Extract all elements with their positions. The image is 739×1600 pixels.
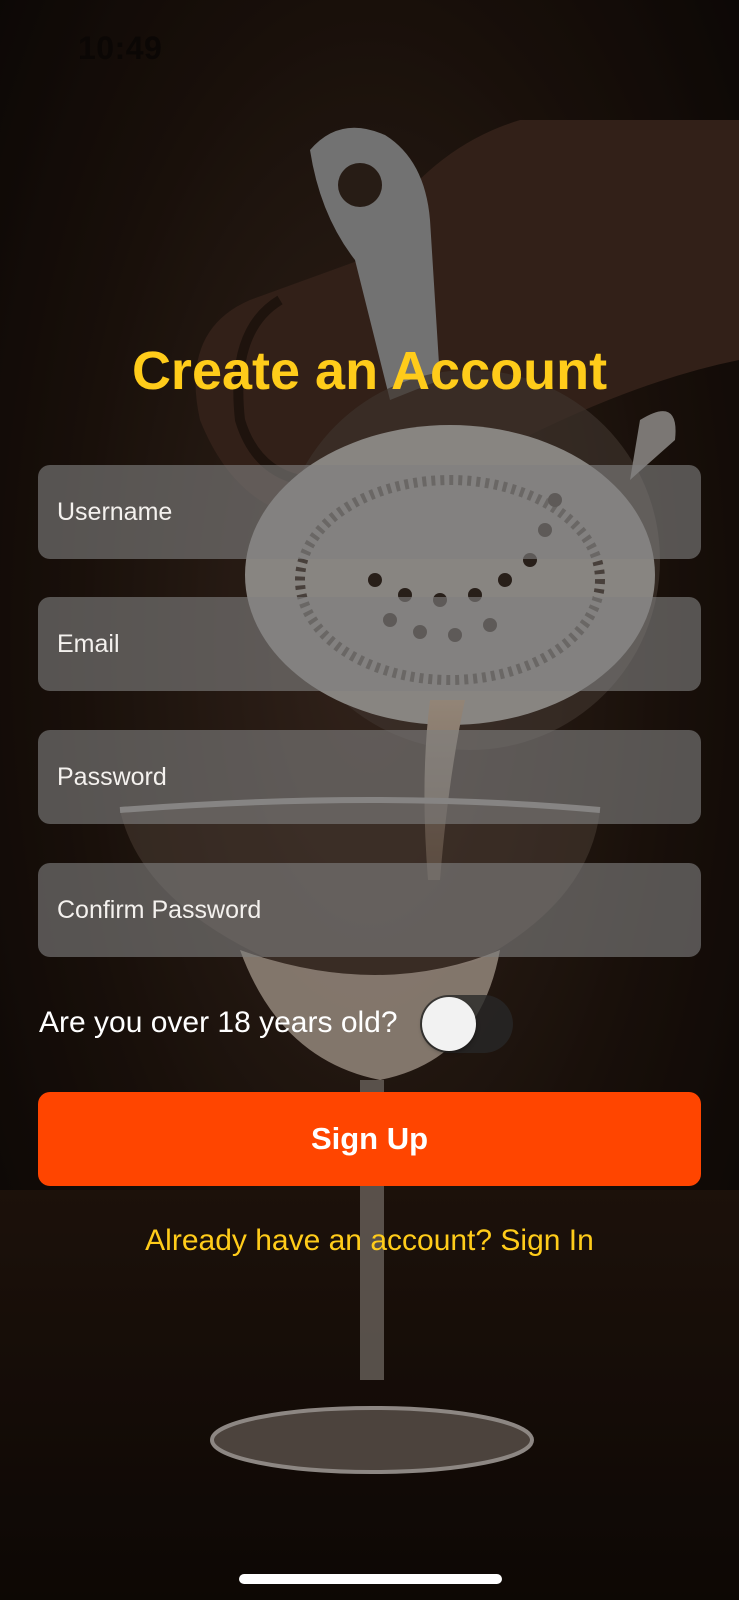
username-input[interactable] [38, 465, 701, 559]
sign-up-button[interactable]: Sign Up [38, 1092, 701, 1186]
email-field[interactable] [38, 597, 701, 691]
status-bar-time: 10:49 [78, 30, 163, 66]
age-question-label: Are you over 18 years old? [39, 1006, 398, 1039]
sign-in-link[interactable]: Already have an account? Sign In [0, 1224, 739, 1258]
confirm-password-field[interactable] [38, 863, 701, 957]
password-field[interactable] [38, 730, 701, 824]
password-input[interactable] [38, 730, 701, 824]
home-indicator [239, 1574, 502, 1584]
page-title: Create an Account [131, 341, 608, 401]
username-field[interactable] [38, 465, 701, 559]
toggle-knob [422, 997, 476, 1051]
age-toggle[interactable] [420, 995, 513, 1053]
signup-screen: 10:49 Create an Account Are you over 18 … [0, 0, 739, 1600]
email-input[interactable] [38, 597, 701, 691]
confirm-password-input[interactable] [38, 863, 701, 957]
